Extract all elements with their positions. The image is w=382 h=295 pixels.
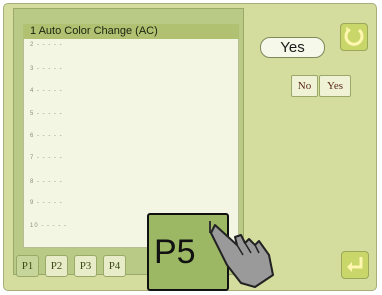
tab-p2[interactable]: P2 xyxy=(45,255,68,277)
list-item[interactable]: 10 - - - - - xyxy=(30,223,110,233)
list-item[interactable]: 3 - - - - - xyxy=(30,66,110,76)
list-item[interactable]: 9 - - - - - xyxy=(30,200,110,210)
list-item[interactable]: 7 - - - - - xyxy=(30,155,110,165)
tab-p4[interactable]: P4 xyxy=(103,255,126,277)
list-item[interactable]: 8 - - - - - xyxy=(30,179,110,189)
list-header: 1 Auto Color Change (AC) xyxy=(23,24,239,39)
cycle-icon xyxy=(344,27,364,46)
list-item[interactable]: 4 - - - - - xyxy=(30,88,110,98)
tab-p3[interactable]: P3 xyxy=(74,255,97,277)
no-button[interactable]: No xyxy=(291,75,318,97)
yes-display-button[interactable]: Yes xyxy=(260,37,325,58)
list-item[interactable]: 2 - - - - - xyxy=(30,42,110,52)
list-item[interactable]: 6 - - - - - xyxy=(30,133,110,143)
tab-p1[interactable]: P1 xyxy=(16,255,39,277)
cycle-button[interactable] xyxy=(340,23,368,51)
enter-icon xyxy=(347,257,363,272)
p5-key-label: P5 xyxy=(154,233,196,271)
yes-button[interactable]: Yes xyxy=(319,75,351,97)
list-item[interactable]: 5 - - - - - xyxy=(30,111,110,121)
enter-button[interactable] xyxy=(341,251,369,279)
hand-pointer-icon xyxy=(210,224,274,288)
